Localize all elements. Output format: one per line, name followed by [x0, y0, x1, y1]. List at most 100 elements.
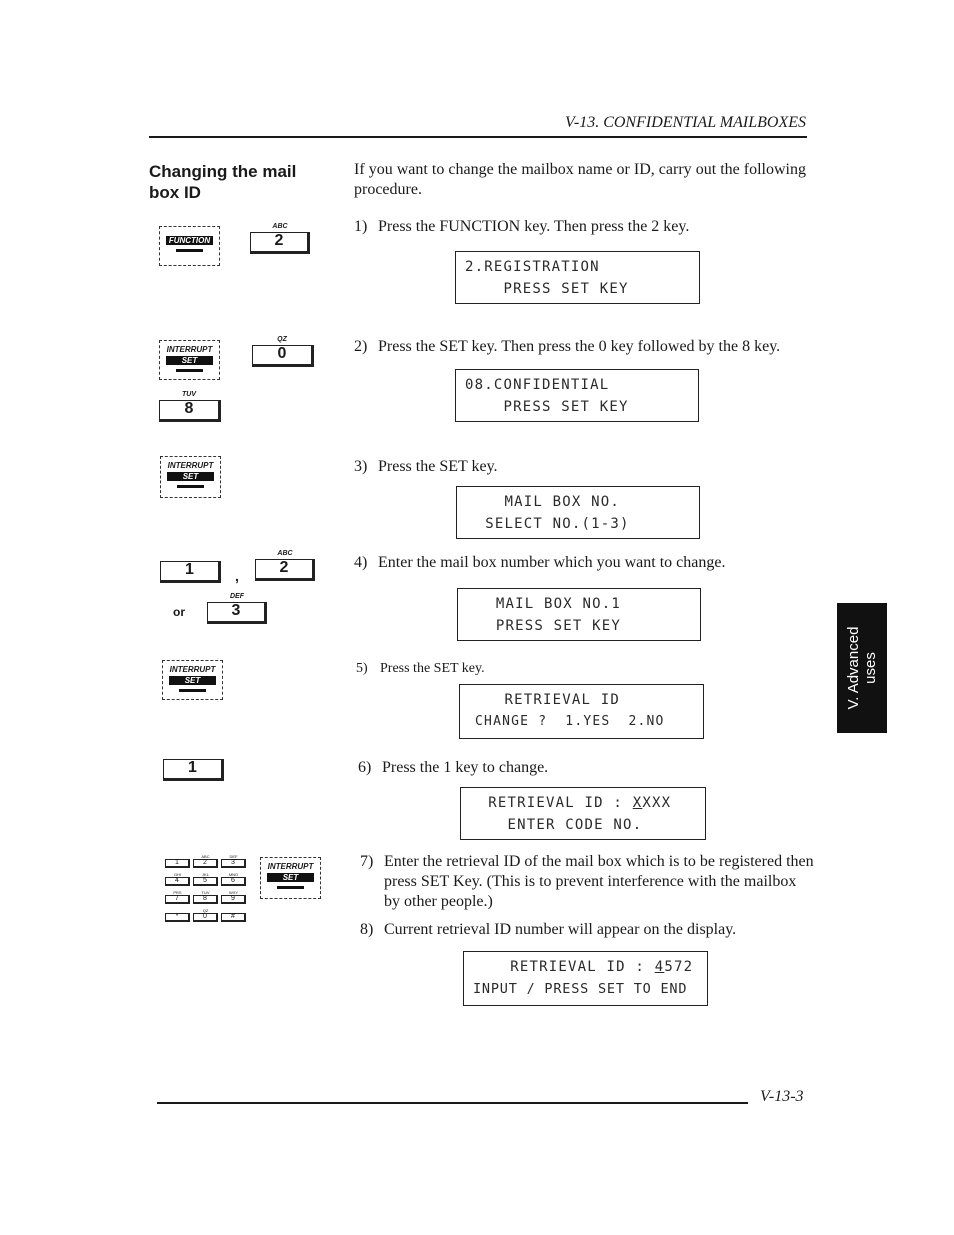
key-8-letters: TUV [182, 391, 196, 398]
step-text: Enter the mail box number which you want… [378, 554, 726, 571]
step-number: 4) [354, 554, 368, 571]
key-separator: , [235, 568, 239, 584]
key-2-letters: ABC [272, 223, 288, 230]
page-number: V-13-3 [760, 1088, 804, 1105]
function-key-label: FUNCTION [166, 236, 213, 245]
footer-rule [157, 1102, 748, 1104]
keypad-key-icon: 9 [221, 895, 246, 904]
lcd-line-2: SELECT NO.(1-3) [466, 516, 630, 532]
lcd-line-2: PRESS SET KEY [465, 281, 629, 297]
step-text: Press the 1 key to change. [382, 759, 549, 776]
key-2-letters: ABC [277, 550, 293, 557]
lcd-line-2: PRESS SET KEY [465, 399, 629, 415]
keypad-key-icon: 1 [165, 859, 190, 868]
keypad-key-icon: 6 [221, 877, 246, 886]
step-8: 8) Current retrieval ID number will appea… [360, 920, 815, 940]
step-6: 6) Press the 1 key to change. [358, 758, 818, 778]
keypad-key-icon: * [165, 913, 190, 922]
lcd-line-1: MAIL BOX NO.1 [467, 596, 622, 612]
set-label: SET [167, 472, 214, 481]
keypad-key-icon: 7 [165, 895, 190, 904]
lcd-line-1: RETRIEVAL ID [466, 692, 621, 708]
running-header: V-13. CONFIDENTIAL MAILBOXES [564, 114, 806, 131]
key-2-icon: 2 [255, 559, 315, 581]
lcd-line-1: MAIL BOX NO. [466, 494, 621, 510]
interrupt-label: INTERRUPT [167, 461, 214, 470]
step-number: 2) [354, 338, 368, 355]
set-key-led [177, 485, 204, 488]
step-text: Enter the retrieval ID of the mail box w… [384, 853, 814, 910]
lcd-line-1: RETRIEVAL ID : XXXX [469, 792, 705, 814]
step-4: 4) Enter the mail box number which you wa… [354, 553, 814, 573]
key-8-icon: 8 [159, 400, 221, 422]
step-number: 7) [360, 853, 374, 870]
lcd-line-2: CHANGE ? 1.YES 2.NO [466, 714, 665, 729]
lcd-prefix: RETRIEVAL ID : [469, 795, 633, 811]
key-0-letters: QZ [277, 336, 287, 343]
key-1-icon: 1 [160, 561, 221, 583]
function-key-icon: FUNCTION [159, 226, 220, 266]
key-0-icon: 0 [252, 345, 314, 367]
key-1-icon: 1 [163, 759, 224, 781]
function-key-led [176, 249, 203, 252]
set-key-led [179, 689, 206, 692]
set-key-icon: INTERRUPT SET [260, 857, 321, 899]
chapter-side-tab: V. Advanced uses [837, 603, 887, 733]
lcd-display-8: RETRIEVAL ID : 4572 INPUT / PRESS SET TO… [463, 951, 708, 1006]
lcd-line-2: PRESS SET KEY [467, 618, 622, 634]
step-text: Press the FUNCTION key. Then press the 2… [378, 218, 690, 235]
interrupt-label: INTERRUPT [166, 345, 213, 354]
step-number: 5) [356, 661, 368, 676]
lcd-display-3: MAIL BOX NO. SELECT NO.(1-3) [456, 486, 700, 539]
keypad-key-icon: 8 [193, 895, 218, 904]
lcd-display-5: RETRIEVAL ID CHANGE ? 1.YES 2.NO [459, 684, 704, 739]
lcd-line-2: INPUT / PRESS SET TO END [473, 981, 688, 997]
header-rule [149, 136, 807, 138]
step-number: 6) [358, 759, 372, 776]
step-text: Press the SET key. Then press the 0 key … [378, 338, 781, 355]
lcd-display-2: 08.CONFIDENTIAL PRESS SET KEY [455, 369, 699, 422]
lcd-display-1: 2.REGISTRATION PRESS SET KEY [455, 251, 700, 304]
set-label: SET [267, 873, 314, 882]
step-text: Current retrieval ID number will appear … [384, 921, 737, 938]
set-key-led [277, 886, 304, 889]
step-number: 1) [354, 218, 368, 235]
or-label: or [173, 605, 185, 619]
step-2: 2) Press the SET key. Then press the 0 ke… [354, 337, 814, 357]
chapter-side-tab-label: V. Advanced uses [845, 627, 879, 710]
lcd-cursor-char: X [632, 795, 643, 811]
section-title: Changing the mail box ID [149, 162, 297, 202]
set-key-led [176, 369, 203, 372]
step-number: 8) [360, 921, 374, 938]
side-tab-line-1: V. Advanced [845, 626, 862, 710]
set-key-icon: INTERRUPT SET [162, 660, 223, 700]
lcd-cursor-char: 4 [654, 959, 665, 975]
numeric-keypad-icon: 1 ABC 2 DEF 3 GHI 4 JKL 5 MNO 6 PRS 7 TUV 8 WXY 9 * QZ 0 # [165, 854, 255, 925]
keypad-key-icon: 4 [165, 877, 190, 886]
step-7: 7) Enter the retrieval ID of the mail box… [360, 852, 815, 912]
lcd-line-2: ENTER CODE NO. [469, 817, 643, 833]
step-text: Press the SET key. [378, 458, 498, 475]
interrupt-label: INTERRUPT [267, 862, 314, 871]
lcd-line-1: RETRIEVAL ID : 4572 [473, 956, 707, 978]
lcd-line-1: 2.REGISTRATION [465, 259, 600, 275]
interrupt-label: INTERRUPT [169, 665, 216, 674]
step-5: 5) Press the SET key. [356, 659, 816, 679]
lcd-display-6: RETRIEVAL ID : XXXX ENTER CODE NO. [460, 787, 706, 840]
keypad-key-icon: 0 [193, 913, 218, 922]
keypad-key-icon: # [221, 913, 246, 922]
intro-paragraph: If you want to change the mailbox name o… [354, 161, 806, 198]
lcd-suffix: XXX [642, 795, 672, 811]
key-2-icon: 2 [250, 232, 310, 254]
lcd-display-4: MAIL BOX NO.1 PRESS SET KEY [457, 588, 701, 641]
key-3-letters: DEF [230, 593, 244, 600]
step-1: 1) Press the FUNCTION key. Then press the… [354, 217, 814, 237]
lcd-suffix: 572 [664, 959, 694, 975]
lcd-prefix: RETRIEVAL ID : [491, 959, 655, 975]
step-text: Press the SET key. [380, 661, 485, 676]
step-3: 3) Press the SET key. [354, 457, 814, 477]
keypad-key-icon: 5 [193, 877, 218, 886]
set-label: SET [166, 356, 213, 365]
lcd-line-1: 08.CONFIDENTIAL [465, 377, 610, 393]
keypad-key-icon: 2 [193, 859, 218, 868]
